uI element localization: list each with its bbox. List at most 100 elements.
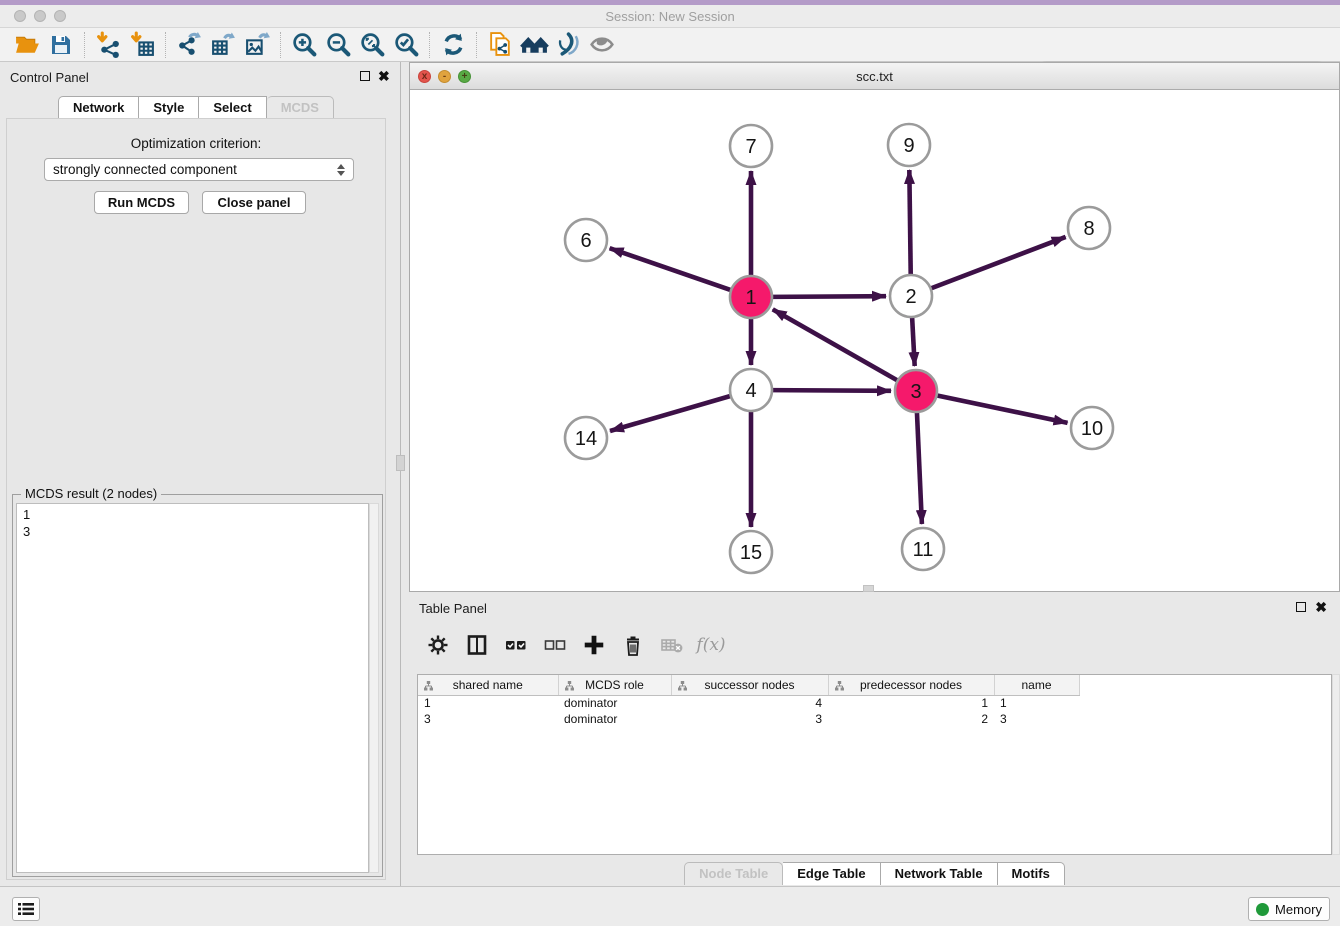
- save-session-icon[interactable]: [44, 30, 78, 60]
- eye-icon[interactable]: [585, 30, 619, 60]
- node-15[interactable]: 15: [730, 531, 772, 573]
- table-cell[interactable]: dominator: [558, 695, 671, 711]
- mcds-result-line: 1: [23, 506, 362, 523]
- node-7[interactable]: 7: [730, 125, 772, 167]
- tab-mcds[interactable]: MCDS: [267, 96, 334, 119]
- checked-boxes-icon[interactable]: [501, 630, 531, 660]
- node-2[interactable]: 2: [890, 275, 932, 317]
- edge-4-14[interactable]: [610, 396, 731, 431]
- unchecked-boxes-icon[interactable]: [540, 630, 570, 660]
- clone-network-icon[interactable]: [483, 30, 517, 60]
- plus-icon[interactable]: [579, 630, 609, 660]
- run-mcds-button[interactable]: Run MCDS: [94, 191, 189, 214]
- tab-edge-table[interactable]: Edge Table: [783, 862, 880, 885]
- panel-split-divider[interactable]: [400, 62, 401, 886]
- delete-table-icon[interactable]: [657, 630, 687, 660]
- table-close-icon[interactable]: ✖: [1315, 602, 1327, 612]
- zoom-out-icon[interactable]: [321, 30, 355, 60]
- tab-select[interactable]: Select: [199, 96, 266, 119]
- table-cell[interactable]: 3: [994, 711, 1079, 727]
- node-6[interactable]: 6: [565, 219, 607, 261]
- node-3[interactable]: 3: [895, 370, 937, 412]
- optimization-criterion-label: Optimization criterion:: [0, 136, 392, 151]
- node-table: shared nameMCDS rolesuccessor nodesprede…: [417, 674, 1332, 855]
- columns-icon[interactable]: [462, 630, 492, 660]
- import-table-icon[interactable]: [125, 30, 159, 60]
- zoom-selected-icon[interactable]: [389, 30, 423, 60]
- houses-icon[interactable]: [517, 30, 551, 60]
- table-cell[interactable]: 2: [828, 711, 994, 727]
- node-label: 9: [903, 135, 914, 157]
- toolbar-separator: [429, 32, 430, 58]
- node-label: 11: [913, 539, 934, 561]
- control-panel-title: Control Panel: [10, 70, 89, 85]
- refresh-icon[interactable]: [436, 30, 470, 60]
- edge-2-3[interactable]: [912, 317, 915, 366]
- close-panel-icon[interactable]: ✖: [378, 71, 390, 81]
- table-float-icon[interactable]: [1296, 602, 1306, 612]
- node-9[interactable]: 9: [888, 124, 930, 166]
- edge-3-1[interactable]: [773, 309, 898, 380]
- close-panel-button[interactable]: Close panel: [202, 191, 306, 214]
- criterion-select[interactable]: strongly connected component: [44, 158, 354, 181]
- zoom-fit-icon[interactable]: [355, 30, 389, 60]
- tab-node-table[interactable]: Node Table: [684, 862, 783, 885]
- column-header-name[interactable]: name: [994, 675, 1079, 695]
- table-cell[interactable]: 1: [828, 695, 994, 711]
- edge-2-9[interactable]: [909, 170, 910, 275]
- tab-motifs[interactable]: Motifs: [998, 862, 1065, 885]
- tab-network-table[interactable]: Network Table: [881, 862, 998, 885]
- import-network-icon[interactable]: [91, 30, 125, 60]
- export-image-icon[interactable]: [240, 30, 274, 60]
- canvas-bottom-grip[interactable]: [863, 585, 874, 592]
- edge-1-2[interactable]: [772, 296, 886, 297]
- table-cell[interactable]: 4: [671, 695, 828, 711]
- export-table-icon[interactable]: [206, 30, 240, 60]
- node-label: 15: [740, 542, 762, 564]
- criterion-value: strongly connected component: [53, 162, 337, 177]
- column-header-predecessor-nodes[interactable]: predecessor nodes: [828, 675, 994, 695]
- function-icon[interactable]: f(x): [696, 630, 726, 660]
- tab-style[interactable]: Style: [139, 96, 199, 119]
- edge-1-6[interactable]: [610, 248, 732, 290]
- edge-3-11[interactable]: [917, 412, 922, 524]
- memory-label: Memory: [1275, 902, 1322, 917]
- table-cell[interactable]: 3: [671, 711, 828, 727]
- panel-split-grip[interactable]: [396, 455, 405, 471]
- gear-icon[interactable]: [423, 630, 453, 660]
- float-panel-icon[interactable]: [360, 71, 370, 81]
- column-header-shared-name[interactable]: shared name: [418, 675, 558, 695]
- tab-network[interactable]: Network: [58, 96, 139, 119]
- node-1[interactable]: 1: [730, 276, 772, 318]
- table-cell[interactable]: 1: [994, 695, 1079, 711]
- open-session-icon[interactable]: [10, 30, 44, 60]
- table-cell[interactable]: 1: [418, 695, 558, 711]
- network-view-titlebar[interactable]: x - + scc.txt: [410, 63, 1339, 90]
- task-list-button[interactable]: [12, 897, 40, 921]
- table-panel-title: Table Panel: [419, 601, 487, 616]
- export-network-icon[interactable]: [172, 30, 206, 60]
- table-row[interactable]: 3dominator323: [418, 711, 1079, 727]
- node-4[interactable]: 4: [730, 369, 772, 411]
- zoom-in-icon[interactable]: [287, 30, 321, 60]
- table-cell[interactable]: 3: [418, 711, 558, 727]
- table-scrollbar[interactable]: [1332, 674, 1340, 855]
- node-10[interactable]: 10: [1071, 407, 1113, 449]
- memory-button[interactable]: Memory: [1248, 897, 1330, 921]
- node-11[interactable]: 11: [902, 528, 944, 570]
- trash-icon[interactable]: [618, 630, 648, 660]
- table-cell[interactable]: dominator: [558, 711, 671, 727]
- edge-3-10[interactable]: [937, 395, 1068, 423]
- network-canvas[interactable]: 7 9 6 8 1 2 4 3 14 10 15 11: [410, 90, 1339, 591]
- edge-4-3[interactable]: [772, 390, 891, 391]
- edge-2-8[interactable]: [931, 237, 1066, 289]
- node-14[interactable]: 14: [565, 417, 607, 459]
- table-tabs: Node TableEdge TableNetwork TableMotifs: [409, 862, 1340, 885]
- paint-style-icon[interactable]: [551, 30, 585, 60]
- column-header-MCDS-role[interactable]: MCDS role: [558, 675, 671, 695]
- result-scrollbar[interactable]: [369, 503, 379, 873]
- column-header-successor-nodes[interactable]: successor nodes: [671, 675, 828, 695]
- network-graph: 7 9 6 8 1 2 4 3 14 10 15 11: [410, 90, 1339, 591]
- node-8[interactable]: 8: [1068, 207, 1110, 249]
- table-row[interactable]: 1dominator411: [418, 695, 1079, 711]
